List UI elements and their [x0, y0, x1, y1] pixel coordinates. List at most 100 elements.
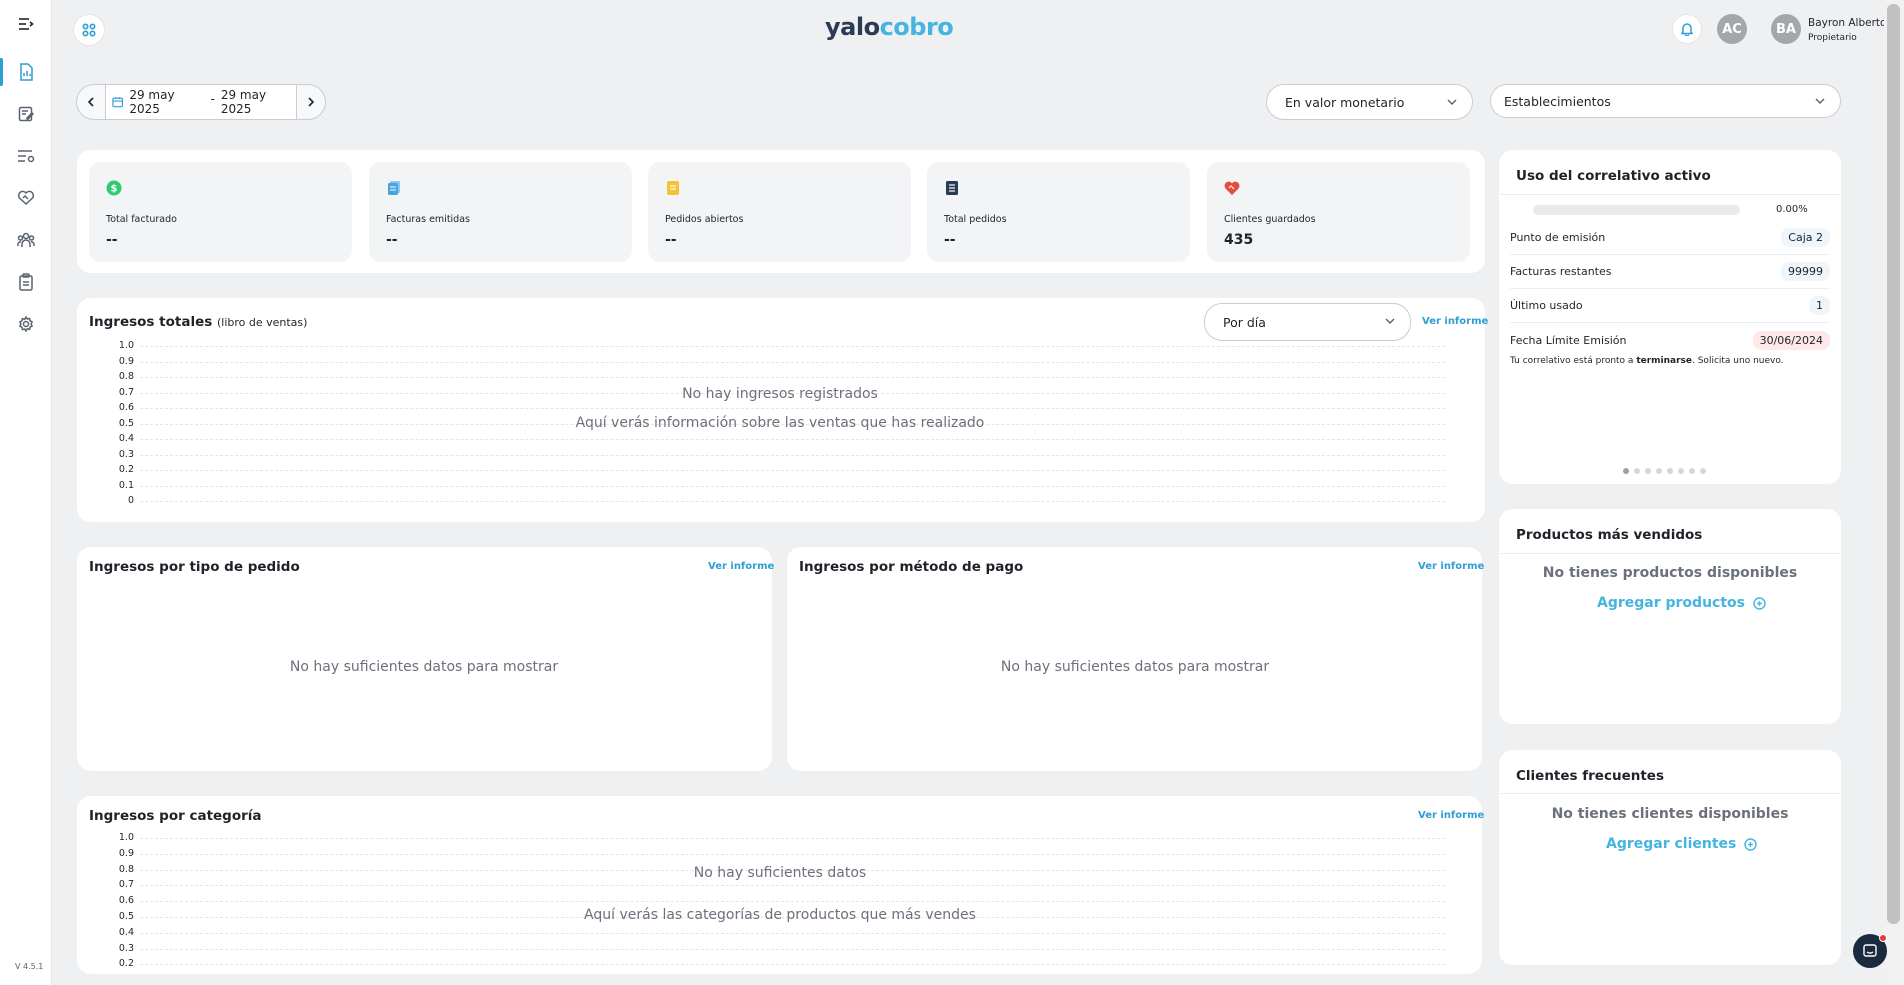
- grid-line: [140, 932, 1445, 934]
- notifications-button[interactable]: [1672, 14, 1702, 44]
- chart-doc-icon: [20, 63, 33, 81]
- y-tick-label: 0.2: [118, 958, 134, 970]
- carousel-dot[interactable]: [1700, 468, 1706, 474]
- divider: [1499, 793, 1841, 794]
- sidebar-item-orders[interactable]: [0, 264, 52, 300]
- y-tick-label: 0.9: [118, 847, 134, 859]
- avatar[interactable]: BA: [1771, 14, 1801, 44]
- ver-informe-link[interactable]: Ver informe: [1418, 561, 1484, 572]
- edit-doc-icon: [18, 106, 34, 122]
- grid-line: [140, 485, 1445, 487]
- stat-clientes-guardados[interactable]: Clientes guardados 435: [1207, 162, 1470, 262]
- carousel-dot[interactable]: [1689, 468, 1695, 474]
- menu-toggle-icon[interactable]: [0, 6, 52, 42]
- grid-line: [140, 838, 1445, 839]
- correlativo-row: Punto de emisión Caja 2: [1510, 221, 1830, 255]
- note-text: Tu correlativo está pronto a: [1510, 356, 1637, 366]
- establishments-selected: Establecimientos: [1504, 93, 1611, 109]
- avatar-secondary[interactable]: AC: [1717, 14, 1747, 44]
- stat-value: --: [665, 232, 677, 248]
- heart-handshake-icon: [1224, 181, 1240, 195]
- carousel-dot[interactable]: [1667, 468, 1673, 474]
- ver-informe-link[interactable]: Ver informe: [1418, 810, 1484, 821]
- sidebar-item-settings[interactable]: [0, 306, 52, 342]
- empty-message: No hay suficientes datos para mostrar: [289, 659, 559, 675]
- grid-line: [140, 408, 1445, 409]
- chevron-down-icon: [1447, 99, 1457, 105]
- row-value: Caja 2: [1781, 228, 1830, 247]
- clientes-title: Clientes frecuentes: [1516, 768, 1664, 784]
- chat-button[interactable]: [1853, 934, 1887, 968]
- sidebar: V 4.5.1: [0, 0, 52, 985]
- stat-pedidos-abiertos[interactable]: Pedidos abiertos --: [648, 162, 911, 262]
- carousel-dot[interactable]: [1645, 468, 1651, 474]
- user-name[interactable]: Bayron Alberto: [1808, 17, 1886, 29]
- next-date-button[interactable]: [297, 85, 325, 119]
- stat-label: Total pedidos: [944, 214, 1007, 225]
- add-products-link[interactable]: Agregar productos: [1597, 595, 1766, 611]
- list-settings-icon: [18, 150, 35, 163]
- prev-date-button[interactable]: [77, 85, 105, 119]
- date-range-field[interactable]: 29 may 2025 - 29 may 2025: [105, 85, 297, 119]
- row-value: 99999: [1781, 262, 1830, 281]
- stat-facturas-emitidas[interactable]: Facturas emitidas --: [369, 162, 632, 262]
- carousel-dot[interactable]: [1634, 468, 1640, 474]
- chevron-left-icon: [87, 97, 94, 107]
- sidebar-item-clients[interactable]: [0, 180, 52, 216]
- clientes-empty: No tienes clientes disponibles: [1551, 806, 1789, 822]
- sidebar-item-invoices[interactable]: [0, 96, 52, 132]
- correlativo-progress-bar: [1533, 205, 1740, 215]
- y-tick-label: 1.0: [118, 832, 134, 843]
- chevron-down-icon: [1385, 318, 1395, 324]
- establishments-select[interactable]: Establecimientos: [1490, 84, 1841, 118]
- heart-handshake-icon: [17, 190, 35, 206]
- y-tick-label: 0: [127, 495, 134, 506]
- stat-value: 435: [1224, 232, 1254, 248]
- period-select[interactable]: Por día: [1204, 303, 1411, 341]
- sidebar-item-dashboard[interactable]: [0, 54, 52, 90]
- carousel-dot[interactable]: [1656, 468, 1662, 474]
- stat-total-pedidos[interactable]: Total pedidos --: [927, 162, 1190, 262]
- carousel-dot[interactable]: [1678, 468, 1684, 474]
- y-tick-label: 0.9: [118, 355, 134, 367]
- user-role: Propietario: [1808, 33, 1857, 43]
- tipo-pedido-title: Ingresos por tipo de pedido: [89, 559, 300, 575]
- scrollbar-thumb[interactable]: [1887, 4, 1900, 924]
- y-tick-label: 0.6: [118, 402, 134, 413]
- add-clients-link[interactable]: Agregar clientes: [1606, 836, 1758, 852]
- gear-icon: [18, 316, 34, 332]
- y-tick-label: 0.2: [118, 464, 134, 475]
- stat-label: Facturas emitidas: [386, 214, 470, 225]
- ver-informe-link[interactable]: Ver informe: [708, 561, 774, 572]
- chevron-right-icon: [308, 97, 315, 107]
- add-products-label: Agregar productos: [1597, 595, 1745, 611]
- bell-icon: [1681, 23, 1693, 36]
- note-text: . Solicita uno nuevo.: [1692, 356, 1784, 366]
- progress-label: 0.00%: [1776, 204, 1808, 215]
- stat-total-facturado[interactable]: $ Total facturado --: [89, 162, 352, 262]
- clipboard-icon: [19, 273, 33, 291]
- grid-line: [140, 853, 1445, 855]
- row-value: 30/06/2024: [1752, 330, 1830, 350]
- app-logo[interactable]: yalocobro: [825, 13, 954, 41]
- documents-icon: [388, 181, 400, 195]
- grid-line: [140, 964, 1445, 966]
- logo-part-yalo: yalo: [825, 13, 880, 41]
- y-tick-label: 0.4: [118, 433, 134, 444]
- y-tick-label: 0.3: [118, 448, 134, 460]
- sidebar-item-users[interactable]: [0, 222, 52, 258]
- grid-line: [140, 454, 1445, 456]
- correlativo-row: Último usado 1: [1510, 289, 1830, 323]
- chat-icon: [1863, 944, 1877, 957]
- ver-informe-link[interactable]: Ver informe: [1422, 316, 1488, 327]
- users-icon: [17, 232, 35, 247]
- stat-value: --: [386, 232, 398, 248]
- stat-value: --: [944, 232, 956, 248]
- y-tick-label: 0.7: [118, 386, 134, 398]
- stat-label: Total facturado: [106, 214, 177, 225]
- sidebar-item-settings-list[interactable]: [0, 138, 52, 174]
- date-range-picker: 29 may 2025 - 29 may 2025: [76, 84, 326, 120]
- carousel-dot[interactable]: [1623, 468, 1629, 474]
- apps-button[interactable]: [73, 14, 105, 46]
- value-mode-select[interactable]: En valor monetario: [1266, 84, 1473, 120]
